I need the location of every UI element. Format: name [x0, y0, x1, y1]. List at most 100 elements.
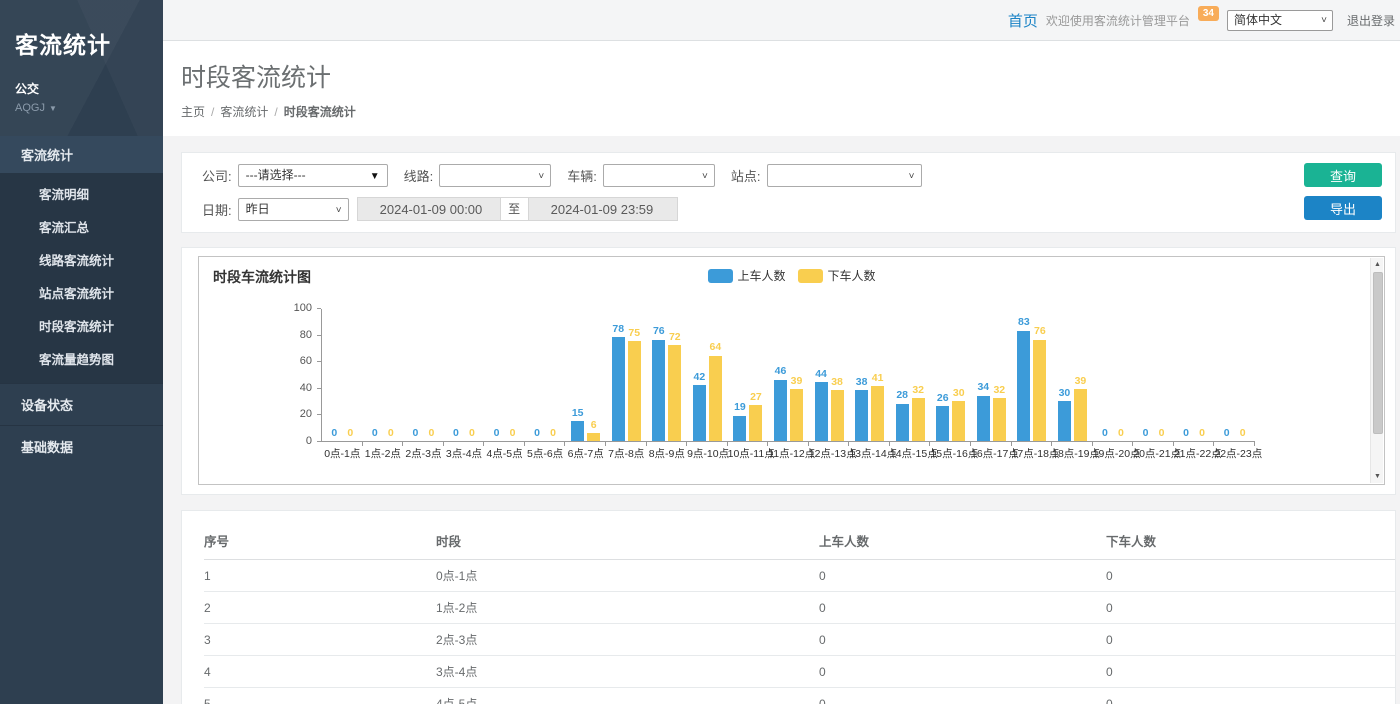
bar-group: 263015点-16点 [930, 308, 971, 441]
language-select[interactable]: 简体中文 ˅ [1227, 10, 1333, 31]
app-title: 客流统计 [0, 0, 163, 60]
bar-wrap: 72 [668, 332, 681, 441]
sidebar-item-line-flow-stats[interactable]: 线路客流统计 [0, 243, 163, 276]
bar-wrap: 30 [1058, 388, 1071, 441]
date-end-input[interactable] [529, 197, 678, 221]
date-preset-select[interactable]: 昨日 ˅ [238, 198, 349, 221]
bar-wrap: 76 [1033, 326, 1046, 441]
table-row: 54点-5点00 [204, 688, 1395, 704]
table-cell: 0 [819, 688, 1106, 704]
bar-group: 0022点-23点 [1214, 308, 1255, 441]
bar [790, 389, 803, 441]
line-select[interactable]: ˅ [439, 164, 551, 187]
chevron-down-icon: ˅ [336, 200, 342, 221]
bar-value-label: 0 [510, 428, 516, 439]
bar-wrap: 0 [1220, 428, 1233, 442]
table-row: 21点-2点00 [204, 592, 1395, 624]
vehicle-select[interactable]: ˅ [603, 164, 715, 187]
bar-value-label: 0 [372, 428, 378, 439]
company-label: 公司: [202, 166, 232, 185]
sidebar-item-base-data[interactable]: 基础数据 [0, 425, 163, 467]
bar [977, 396, 990, 441]
bar-group: 76728点-9点 [647, 308, 688, 441]
bar-wrap: 39 [1074, 376, 1087, 441]
bar-wrap: 0 [449, 428, 462, 442]
sidebar-item-device-status[interactable]: 设备状态 [0, 383, 163, 425]
date-range-group: 至 [357, 197, 678, 221]
table-cell: 5 [204, 688, 436, 704]
table-cell: 3点-4点 [436, 656, 819, 688]
x-tick-label: 20点-21点 [1133, 446, 1174, 461]
sidebar-item-period-flow-stats[interactable]: 时段客流统计 [0, 309, 163, 342]
date-start-input[interactable] [357, 197, 501, 221]
bar-group: 003点-4点 [444, 308, 485, 441]
bar-value-label: 72 [669, 332, 681, 343]
breadcrumb-item[interactable]: 主页 [181, 105, 205, 119]
sidebar-item-flow-trend-chart[interactable]: 客流量趋势图 [0, 342, 163, 375]
page-heading: 时段客流统计 主页/客流统计/时段客流统计 [163, 41, 1400, 136]
bar-group: 463911点-12点 [768, 308, 809, 441]
notification-badge[interactable]: 34 [1198, 6, 1219, 21]
chart-title: 时段车流统计图 [213, 269, 311, 285]
scroll-up-icon[interactable]: ▲ [1371, 258, 1384, 271]
table-cell: 0 [1106, 624, 1395, 656]
bar-group: 0019点-20点 [1093, 308, 1134, 441]
x-tick-label: 11点-12点 [768, 446, 809, 461]
bar-wrap: 75 [628, 328, 641, 441]
bar [733, 416, 746, 441]
bar [628, 341, 641, 441]
chevron-down-icon: ˅ [538, 166, 544, 187]
sidebar-item-passenger-flow-stats[interactable]: 客流统计 [0, 136, 163, 173]
org-code-dropdown[interactable]: AQGJ▼ [0, 97, 163, 114]
bar-value-label: 39 [791, 376, 803, 387]
bar-wrap: 78 [612, 324, 625, 441]
station-select[interactable]: ˅ [767, 164, 922, 187]
y-tick-label: 20 [300, 409, 312, 420]
table-cell: 4 [204, 656, 436, 688]
company-select[interactable]: ---请选择--- ▼ [238, 164, 388, 187]
bar [652, 340, 665, 441]
sidebar-item-flow-detail[interactable]: 客流明细 [0, 177, 163, 210]
bar-value-label: 41 [872, 373, 884, 384]
y-tick-label: 80 [300, 330, 312, 341]
table-cell: 2点-3点 [436, 624, 819, 656]
bar-value-label: 0 [1199, 428, 1205, 439]
legend-item[interactable]: 上车人数 [707, 267, 785, 284]
bar-value-label: 0 [388, 428, 394, 439]
bar-value-label: 0 [1183, 428, 1189, 439]
chart-panel: 时段车流统计图 上车人数下车人数 020406080100 000点-1点001… [181, 247, 1396, 495]
table-column-header: 序号 [204, 523, 436, 560]
bar-wrap: 0 [490, 428, 503, 442]
home-link[interactable]: 首页 [1008, 10, 1038, 31]
breadcrumb-item[interactable]: 客流统计 [220, 105, 268, 119]
logout-link[interactable]: 退出登录 [1347, 12, 1395, 29]
bar-wrap: 0 [384, 428, 397, 442]
bar-group: 192710点-11点 [728, 308, 769, 441]
bar-group: 0021点-22点 [1174, 308, 1215, 441]
bar-value-label: 83 [1018, 317, 1030, 328]
bar-wrap: 0 [531, 428, 544, 442]
scrollbar-thumb[interactable] [1373, 272, 1383, 434]
bar-value-label: 30 [1059, 388, 1071, 399]
y-tick-label: 0 [306, 436, 312, 447]
export-button[interactable]: 导出 [1304, 196, 1382, 220]
bar-value-label: 30 [953, 388, 965, 399]
bar [831, 390, 844, 441]
table-cell: 0 [819, 592, 1106, 624]
bar-wrap: 0 [465, 428, 478, 442]
bar-wrap: 32 [993, 385, 1006, 441]
bar-wrap: 83 [1017, 317, 1030, 441]
bar-wrap: 32 [912, 385, 925, 441]
bar-group: 004点-5点 [484, 308, 525, 441]
bar-value-label: 64 [710, 342, 722, 353]
sidebar-item-flow-summary[interactable]: 客流汇总 [0, 210, 163, 243]
x-tick-label: 6点-7点 [565, 446, 606, 461]
bar-value-label: 0 [534, 428, 540, 439]
scroll-down-icon[interactable]: ▼ [1371, 470, 1384, 483]
legend-item[interactable]: 下车人数 [798, 267, 876, 284]
bar-wrap: 0 [1139, 428, 1152, 442]
query-button[interactable]: 查询 [1304, 163, 1382, 187]
sidebar-item-station-flow-stats[interactable]: 站点客流统计 [0, 276, 163, 309]
table-cell: 0 [1106, 656, 1395, 688]
chart-scrollbar[interactable]: ▲ ▼ [1370, 258, 1383, 483]
